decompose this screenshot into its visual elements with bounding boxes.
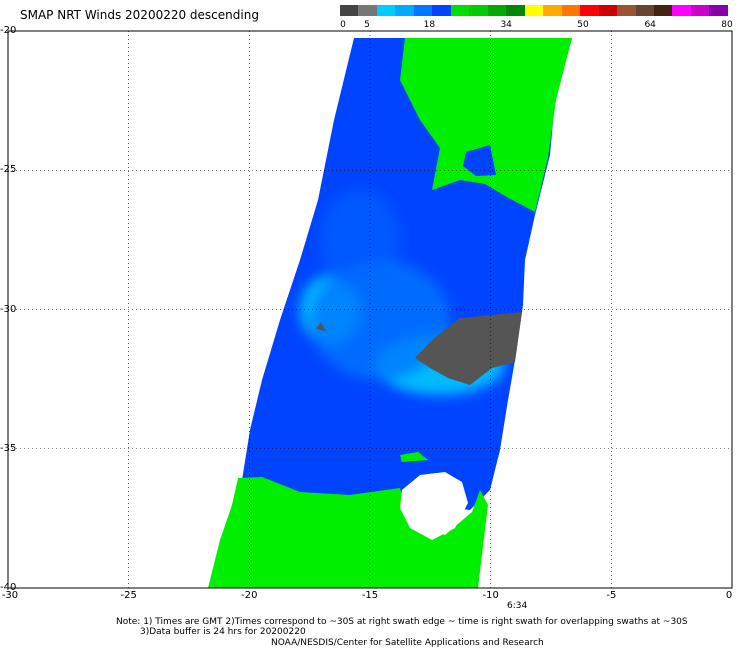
x-tick-label: -30 (1, 590, 19, 601)
note-line-1: Note: 1) Times are GMT 2)Times correspon… (116, 617, 688, 627)
note-line-2: 3)Data buffer is 24 hrs for 20200220 (140, 627, 306, 637)
x-tick-label: 0 (725, 590, 733, 601)
y-tick-label: -35 (0, 442, 17, 454)
y-tick-label: -20 (0, 25, 17, 36)
y-tick-label: -30 (0, 303, 17, 315)
x-tick-label: -10 (482, 590, 499, 601)
x-tick-label: -20 (241, 590, 258, 601)
x-tick-label: -25 (120, 590, 137, 601)
wind-swath-map (7, 30, 733, 589)
note-line-3: NOAA/NESDIS/Center for Satellite Applica… (271, 638, 544, 648)
y-tick-label: -25 (0, 164, 17, 176)
x-tick-label: -5 (606, 590, 617, 601)
x-tick-label: -15 (361, 590, 379, 601)
medium-blue-patch (320, 190, 400, 290)
swath-time-label: 6:34 (507, 601, 528, 611)
